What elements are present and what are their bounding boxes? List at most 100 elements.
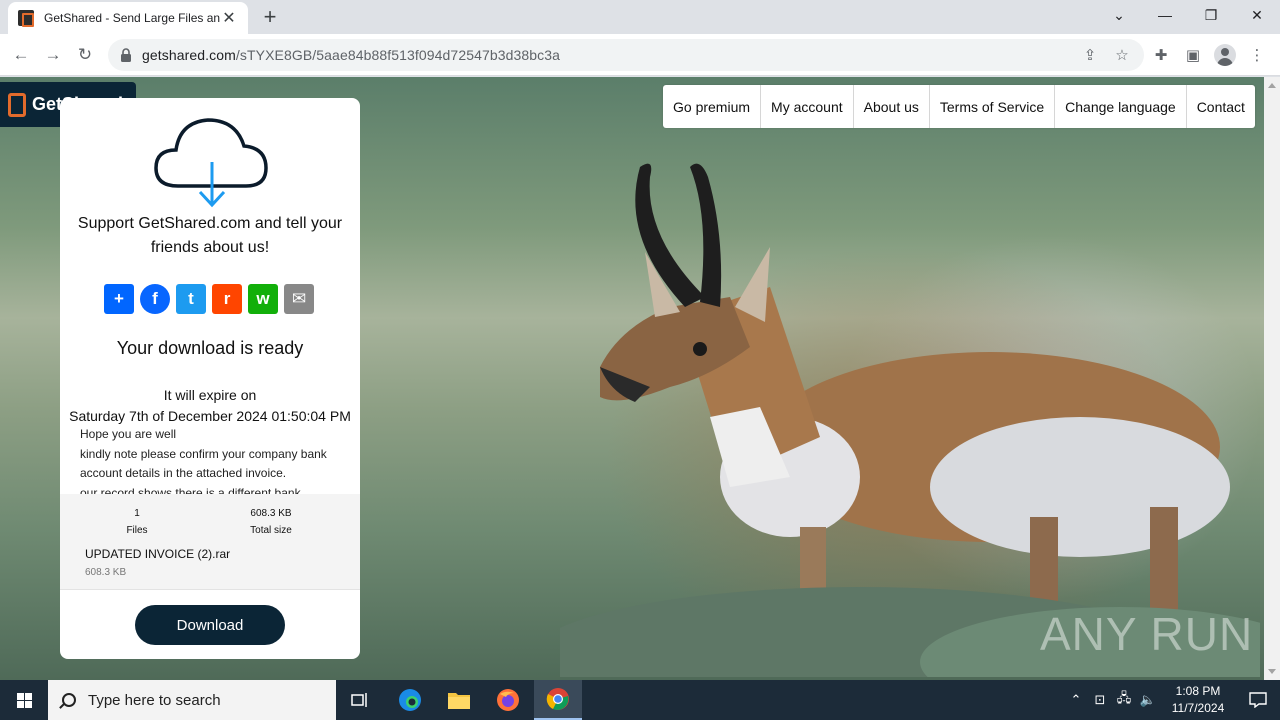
files-count-stat: 1 Files	[107, 508, 167, 536]
windows-logo-icon	[16, 692, 32, 708]
email-share-button[interactable]: ✉	[284, 284, 314, 314]
message-line: kindly note please confirm your company …	[80, 446, 327, 481]
chrome-menu-icon[interactable]: ⋮	[1246, 44, 1268, 66]
page-viewport: GetShared Go premium My account About us…	[0, 77, 1264, 680]
minimize-button[interactable]: —	[1142, 0, 1188, 30]
share-page-icon[interactable]: ⇪	[1080, 45, 1100, 65]
file-size: 608.3 KB	[85, 567, 127, 578]
volume-icon[interactable]: 🔈	[1136, 692, 1160, 708]
expire-date: Saturday 7th of December 2024 01:50:04 P…	[69, 408, 351, 424]
taskbar-search-placeholder: Type here to search	[88, 691, 221, 709]
edge-taskbar-button[interactable]	[386, 680, 434, 720]
reddit-icon: r	[223, 289, 231, 308]
clock-time: 1:08 PM	[1175, 684, 1221, 698]
message-line: Hope you are well	[80, 427, 177, 441]
file-explorer-taskbar-button[interactable]	[435, 680, 483, 720]
start-button[interactable]	[0, 680, 48, 720]
email-icon: ✉	[291, 289, 307, 308]
support-text: Support GetShared.com and tell your frie…	[77, 215, 343, 256]
file-name[interactable]: UPDATED INVOICE (2).rar	[85, 547, 230, 561]
menu-contact[interactable]: Contact	[1187, 85, 1255, 128]
antelope-background-image	[560, 163, 1260, 677]
files-label: Files	[126, 525, 148, 536]
back-button[interactable]: ←	[8, 42, 34, 68]
firefox-taskbar-button[interactable]	[484, 680, 532, 720]
folder-icon	[448, 693, 470, 709]
restore-button[interactable]: ❐	[1188, 0, 1234, 30]
expire-label: It will expire on	[163, 387, 257, 403]
tray-device-icon[interactable]: ⊡	[1088, 692, 1112, 708]
url-host: getshared.com	[142, 47, 236, 63]
forward-button[interactable]: →	[40, 42, 66, 68]
taskbar-search-box[interactable]: Type here to search	[48, 680, 336, 720]
tab-search-icon[interactable]: ⌄	[1096, 0, 1142, 30]
tab-strip: GetShared - Send Large Files and ✕ + ⌄ —…	[0, 0, 1280, 34]
download-card: Support GetShared.com and tell your frie…	[60, 98, 360, 659]
profile-avatar-icon	[1214, 44, 1236, 66]
task-view-icon	[351, 693, 367, 707]
side-panel-icon[interactable]: ▣	[1182, 44, 1204, 66]
top-navigation-menu: Go premium My account About us Terms of …	[663, 85, 1255, 128]
reddit-share-button[interactable]: r	[212, 284, 242, 314]
close-window-button[interactable]: ✕	[1234, 0, 1280, 30]
download-ready-title: Your download is ready	[116, 338, 304, 358]
menu-my-account[interactable]: My account	[761, 85, 854, 128]
profile-avatar-button[interactable]	[1214, 44, 1236, 66]
whatsapp-share-button[interactable]: w	[248, 284, 278, 314]
facebook-share-button[interactable]: f	[140, 284, 170, 314]
anyrun-watermark: ANY RUN	[1040, 608, 1254, 660]
menu-about-us[interactable]: About us	[854, 85, 930, 128]
firefox-icon	[497, 689, 519, 711]
share-plus-button[interactable]: +	[104, 284, 134, 314]
facebook-icon: f	[152, 289, 158, 308]
url-text: getshared.com/sTYXE8GB/5aae84b88f513f094…	[142, 47, 560, 63]
task-view-button[interactable]	[336, 680, 384, 720]
tray-chevron-up-icon[interactable]: ⌃	[1064, 692, 1088, 708]
expiry-info: It will expire on Saturday 7th of Decemb…	[60, 385, 360, 427]
bookmark-star-icon[interactable]: ☆	[1112, 45, 1132, 65]
tab-close-icon[interactable]: ✕	[220, 8, 238, 28]
notification-center-button[interactable]	[1236, 692, 1280, 708]
menu-change-language[interactable]: Change language	[1055, 85, 1187, 128]
twitter-share-button[interactable]: t	[176, 284, 206, 314]
reload-button[interactable]: ↻	[72, 42, 98, 68]
chrome-taskbar-button[interactable]	[534, 680, 582, 720]
scroll-down-arrow-icon[interactable]	[1268, 669, 1276, 674]
cloud-download-icon	[154, 118, 268, 208]
extensions-puzzle-icon[interactable]: ✚	[1150, 44, 1172, 66]
file-summary: 1 Files 608.3 KB Total size UPDATED INVO…	[60, 494, 360, 590]
search-icon	[62, 693, 76, 707]
lock-icon	[121, 48, 131, 62]
whatsapp-icon: w	[256, 289, 270, 308]
sender-message: Hope you are well kindly note please con…	[80, 425, 345, 495]
notification-icon	[1249, 692, 1267, 708]
download-button[interactable]: Download	[135, 605, 285, 645]
windows-taskbar: Type here to search ⌃ ⊡ 🖧 🔈 1:08 PM 11/7…	[0, 680, 1280, 720]
address-bar[interactable]: getshared.com/sTYXE8GB/5aae84b88f513f094…	[108, 39, 1144, 71]
clock-date: 11/7/2024	[1171, 701, 1225, 715]
new-tab-button[interactable]: +	[256, 4, 284, 32]
total-size-stat: 608.3 KB Total size	[236, 508, 306, 536]
menu-terms-of-service[interactable]: Terms of Service	[930, 85, 1056, 128]
browser-tab[interactable]: GetShared - Send Large Files and ✕	[8, 2, 248, 34]
total-size: 608.3 KB	[250, 508, 292, 519]
chrome-icon	[546, 688, 569, 710]
page-scrollbar[interactable]	[1264, 77, 1280, 680]
network-icon[interactable]: 🖧	[1112, 689, 1136, 711]
twitter-icon: t	[188, 289, 194, 308]
window-controls: ⌄ — ❐ ✕	[1096, 0, 1280, 30]
menu-go-premium[interactable]: Go premium	[663, 85, 762, 128]
share-buttons: + f t r w ✉	[104, 284, 314, 314]
url-path: /sTYXE8GB/5aae84b88f513f094d72547b3d38bc…	[235, 47, 561, 63]
logo-mark-icon	[8, 92, 26, 117]
getshared-favicon-icon	[18, 10, 34, 27]
taskbar-clock[interactable]: 1:08 PM 11/7/2024	[1160, 683, 1236, 717]
tab-title: GetShared - Send Large Files and	[44, 11, 220, 25]
system-tray: ⌃ ⊡ 🖧 🔈 1:08 PM 11/7/2024	[1064, 680, 1280, 720]
plus-icon: +	[114, 289, 124, 308]
files-count: 1	[134, 508, 140, 519]
scroll-up-arrow-icon[interactable]	[1268, 83, 1276, 88]
edge-icon	[399, 689, 421, 711]
browser-toolbar: ← → ↻ getshared.com/sTYXE8GB/5aae84b88f5…	[0, 34, 1280, 76]
total-size-label: Total size	[250, 525, 292, 536]
